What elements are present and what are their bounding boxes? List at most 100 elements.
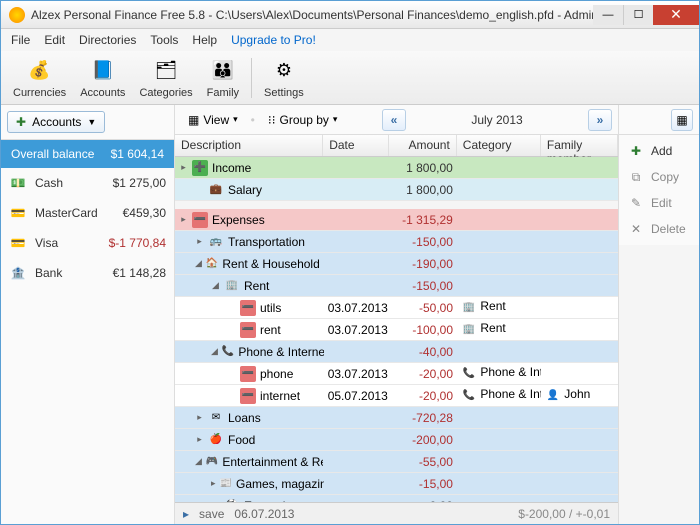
row-icon: 💼	[208, 182, 224, 198]
row-amount: -15,00	[389, 477, 457, 491]
col-description[interactable]: Description	[175, 135, 323, 156]
row-desc: Expenses	[212, 213, 265, 227]
categories-icon: 🗂	[152, 57, 180, 85]
prev-period-button[interactable]: «	[382, 109, 406, 131]
grid-row[interactable]: ▸⚽Entertainment0,00	[175, 495, 618, 502]
menu-help[interactable]: Help	[186, 31, 223, 49]
chevron-down-icon: ▾	[333, 114, 338, 125]
row-family: 👤 John	[541, 387, 618, 404]
grid-row[interactable]: ▸➖Expenses-1 315,29	[175, 209, 618, 231]
toolbar-settings[interactable]: ⚙Settings	[258, 55, 310, 101]
status-label: save	[199, 507, 224, 521]
titlebar[interactable]: Alzex Personal Finance Free 5.8 - C:\Use…	[1, 1, 699, 29]
col-category[interactable]: Category	[457, 135, 541, 156]
expand-icon[interactable]: ◢	[195, 258, 202, 269]
calendar-button[interactable]: ▦	[671, 109, 693, 131]
expand-icon[interactable]: ▸	[179, 162, 188, 173]
expand-icon[interactable]: ▸	[179, 214, 188, 225]
account-row[interactable]: 💳MasterCard€459,30	[1, 198, 174, 228]
account-value: $-1 770,84	[109, 236, 166, 250]
toolbar-categories[interactable]: 🗂Categories	[133, 55, 198, 101]
grid-row[interactable]: ▸📰Games, magazines-15,00	[175, 473, 618, 495]
row-amount: -1 315,29	[389, 213, 457, 227]
filter-bar: ▦View▾ • ⁝⁝Group by▾ « July 2013 »	[175, 105, 618, 135]
status-tri: ▸	[183, 507, 189, 521]
row-amount: -20,00	[389, 389, 457, 403]
row-amount: -100,00	[389, 323, 457, 337]
expand-icon[interactable]: ▸	[195, 236, 204, 247]
col-amount[interactable]: Amount	[389, 135, 457, 156]
delete-button[interactable]: ✕Delete	[623, 217, 695, 241]
row-icon: 🚌	[208, 234, 224, 250]
account-row[interactable]: 💳Visa$-1 770,84	[1, 228, 174, 258]
grid-row[interactable]: ▸➕Income1 800,00	[175, 157, 618, 179]
expand-icon[interactable]: ▸	[211, 478, 216, 489]
chevron-down-icon: ▾	[233, 114, 238, 125]
view-dropdown[interactable]: ▦View▾	[181, 110, 245, 130]
menu-tools[interactable]: Tools	[144, 31, 184, 49]
close-button[interactable]: ✕	[653, 5, 699, 25]
grid-row[interactable]: ◢🏠Rent & Household-190,00	[175, 253, 618, 275]
grid-row[interactable]: ▸✉Loans-720,28	[175, 407, 618, 429]
menu-upgrade[interactable]: Upgrade to Pro!	[225, 31, 322, 49]
col-family[interactable]: Family member	[541, 135, 618, 156]
row-icon: 📞	[222, 344, 234, 360]
plus-icon: ✚	[16, 115, 26, 129]
groupby-dropdown[interactable]: ⁝⁝Group by▾	[261, 110, 345, 130]
period-label[interactable]: July 2013	[412, 113, 582, 127]
grid-row[interactable]: ➖phone03.07.2013-20,00📞 Phone & Int	[175, 363, 618, 385]
minimize-button[interactable]: —	[593, 5, 623, 25]
expand-icon[interactable]: ◢	[211, 346, 218, 357]
grid-row[interactable]: ➖rent03.07.2013-100,00🏢 Rent	[175, 319, 618, 341]
row-amount: -200,00	[389, 433, 457, 447]
next-period-button[interactable]: »	[588, 109, 612, 131]
row-amount: -150,00	[389, 279, 457, 293]
account-icon: 💵	[9, 174, 27, 192]
copy-button[interactable]: ⧉Copy	[623, 165, 695, 189]
account-value: €1 148,28	[113, 266, 166, 280]
account-list: 💵Cash$1 275,00💳MasterCard€459,30💳Visa$-1…	[1, 168, 174, 288]
edit-button[interactable]: ✎Edit	[623, 191, 695, 215]
toolbar-family[interactable]: 👪Family	[201, 55, 245, 101]
menu-directories[interactable]: Directories	[73, 31, 142, 49]
accounts-dropdown[interactable]: ✚ Accounts ▼	[7, 111, 105, 133]
grid-row[interactable]: ▸🍎Food-200,00	[175, 429, 618, 451]
account-row[interactable]: 💵Cash$1 275,00	[1, 168, 174, 198]
account-row[interactable]: 🏦Bank€1 148,28	[1, 258, 174, 288]
row-desc: rent	[260, 323, 281, 337]
row-icon: ➕	[192, 160, 208, 176]
plus-icon: ✚	[629, 144, 643, 158]
row-category: 🏢 Rent	[457, 321, 541, 338]
account-value: $1 275,00	[113, 176, 166, 190]
delete-icon: ✕	[629, 222, 643, 236]
expand-icon[interactable]: ▸	[195, 412, 204, 423]
grid-row[interactable]: 💼Salary1 800,00	[175, 179, 618, 201]
expand-icon[interactable]: ▸	[195, 434, 204, 445]
grid-row[interactable]: ◢📞Phone & Internet-40,00	[175, 341, 618, 363]
row-date: 03.07.2013	[324, 323, 389, 337]
maximize-button[interactable]: ☐	[623, 5, 653, 25]
grid-row[interactable]: ◢🎮Entertainment & Recr-55,00	[175, 451, 618, 473]
app-icon	[9, 7, 25, 23]
grid-row[interactable]: ◢🏢Rent-150,00	[175, 275, 618, 297]
toolbar-accounts[interactable]: 📘Accounts	[74, 55, 131, 101]
grid-row[interactable]: ➖internet05.07.2013-20,00📞 Phone & Int👤 …	[175, 385, 618, 407]
menu-edit[interactable]: Edit	[38, 31, 71, 49]
row-amount: -150,00	[389, 235, 457, 249]
row-desc: Games, magazines	[236, 477, 324, 491]
grid-body[interactable]: ▸➕Income1 800,00💼Salary1 800,00▸➖Expense…	[175, 157, 618, 502]
menu-file[interactable]: File	[5, 31, 36, 49]
row-amount: -50,00	[389, 301, 457, 315]
row-amount: -720,28	[389, 411, 457, 425]
row-category: 📞 Phone & Int	[457, 365, 541, 382]
grid-row[interactable]: ▸🚌Transportation-150,00	[175, 231, 618, 253]
status-date: 06.07.2013	[234, 507, 294, 521]
overall-balance-row[interactable]: Overall balance $1 604,14	[1, 140, 174, 168]
expand-icon[interactable]: ◢	[195, 456, 202, 467]
right-top: ▦	[619, 105, 699, 135]
grid-row[interactable]: ➖utils03.07.2013-50,00🏢 Rent	[175, 297, 618, 319]
add-button[interactable]: ✚Add	[623, 139, 695, 163]
expand-icon[interactable]: ◢	[211, 280, 220, 291]
toolbar-currencies[interactable]: 💰Currencies	[7, 55, 72, 101]
col-date[interactable]: Date	[323, 135, 388, 156]
